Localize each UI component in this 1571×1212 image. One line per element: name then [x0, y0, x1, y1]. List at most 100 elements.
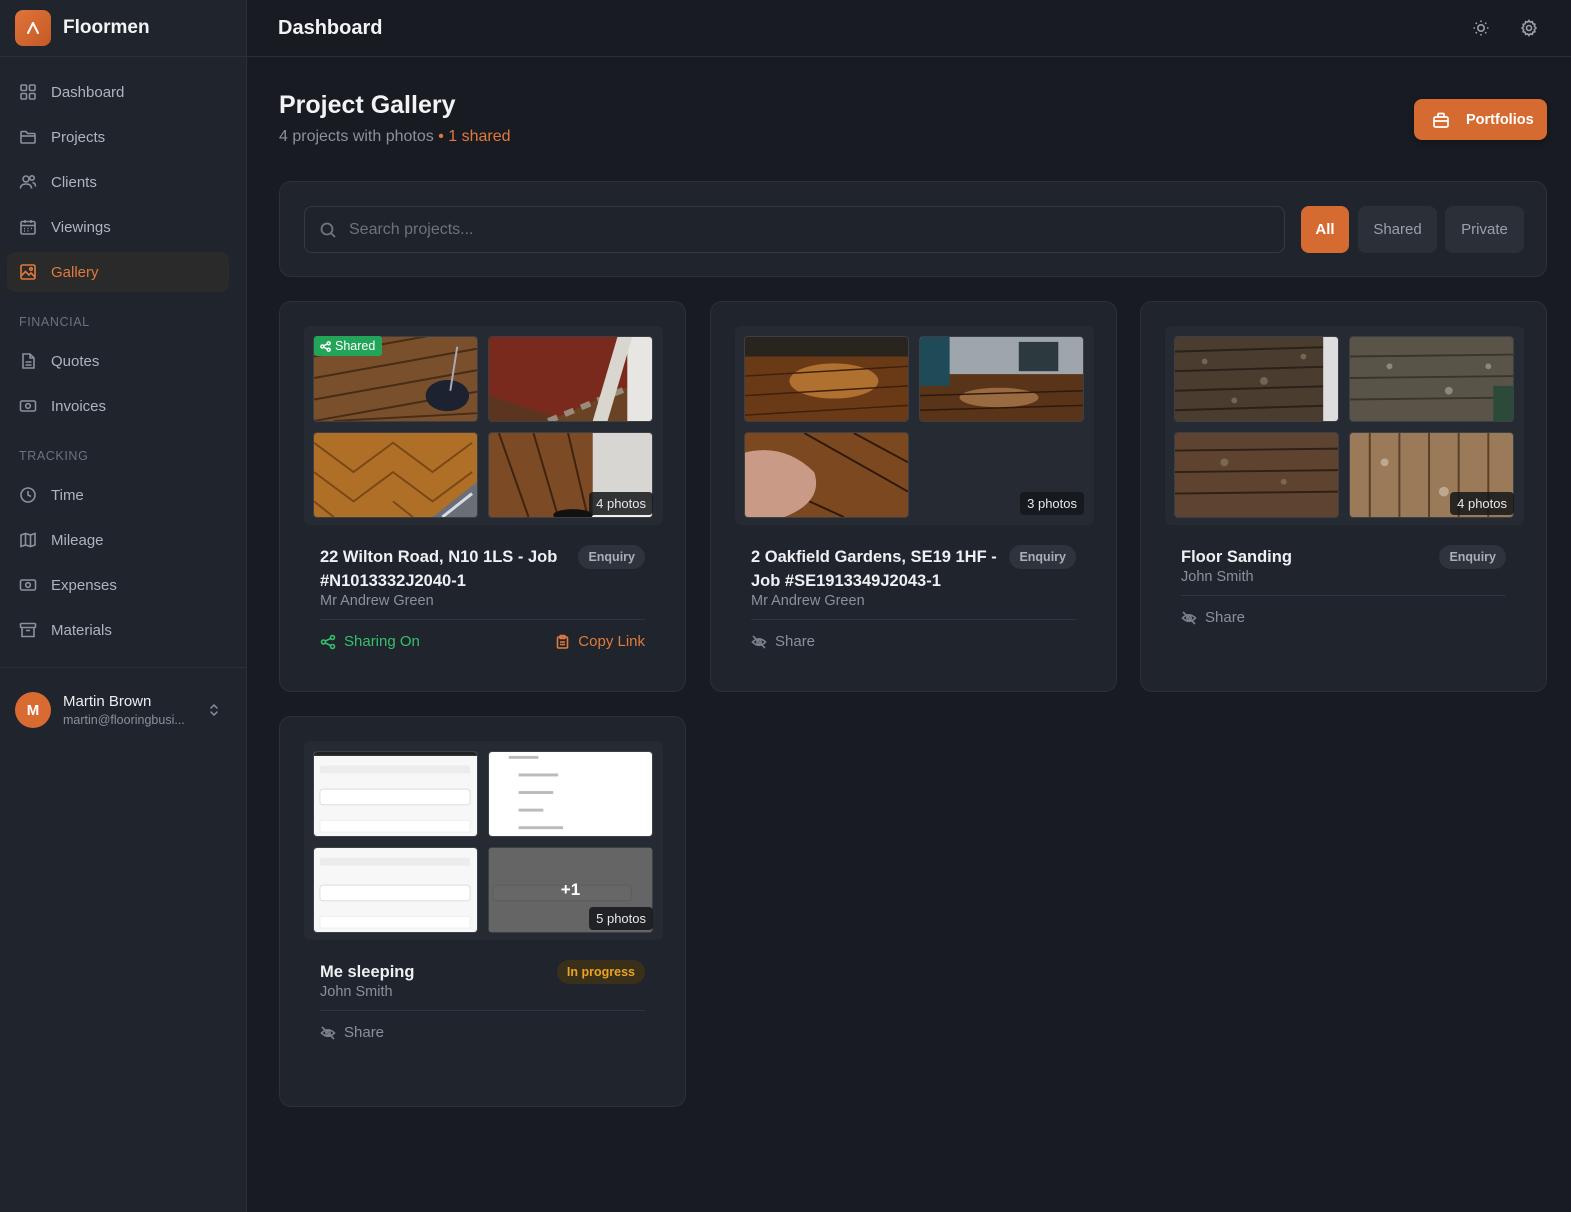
share-icon [320, 634, 336, 649]
photo-thumbnail[interactable] [313, 751, 478, 837]
sharing-toggle[interactable]: Sharing On [320, 633, 420, 650]
photo-count-badge: 4 photos [1450, 492, 1514, 515]
project-title[interactable]: 22 Wilton Road, N10 1LS - Job #N1013332J… [320, 545, 570, 593]
photo-grid[interactable]: 3 photos [735, 326, 1094, 525]
folder-icon [20, 130, 36, 144]
sidebar-item-label: Time [51, 486, 84, 504]
project-client: John Smith [320, 984, 393, 1000]
photo-thumbnail[interactable] [488, 336, 653, 422]
photo-grey-boards [1350, 337, 1513, 421]
photo-parquet [314, 433, 477, 517]
project-card[interactable]: 4 photos Floor Sanding John Smith Enquir… [1140, 301, 1547, 692]
photo-dark-parquet [745, 337, 908, 421]
user-name: Martin Brown [63, 693, 152, 710]
photo-thumbnail[interactable] [488, 751, 653, 837]
app-name: Floormen [63, 17, 150, 38]
photo-thumbnail[interactable] [744, 432, 909, 518]
topbar: Dashboard [247, 0, 1571, 57]
photo-thumbnail[interactable] [1174, 336, 1339, 422]
document-icon [22, 353, 35, 369]
sidebar-item-label: Clients [51, 173, 97, 191]
theme-toggle-button[interactable] [1469, 16, 1493, 40]
project-title[interactable]: Me sleeping [320, 960, 570, 984]
photo-thumbnail[interactable] [1174, 432, 1339, 518]
project-card[interactable]: +1 5 photos Me sleeping John Smith In pr… [279, 716, 686, 1107]
sidebar-item-label: Expenses [51, 576, 117, 594]
project-title[interactable]: 2 Oakfield Gardens, SE19 1HF - Job #SE19… [751, 545, 1001, 593]
sidebar-item-label: Mileage [51, 531, 104, 549]
photo-count-badge: 5 photos [589, 907, 653, 930]
sidebar-item-clients[interactable]: Clients [7, 162, 229, 202]
sidebar-item-invoices[interactable]: Invoices [7, 386, 229, 426]
card-divider [1181, 595, 1506, 596]
project-count: 4 projects with photos [279, 128, 434, 145]
shared-count: 1 shared [448, 128, 511, 145]
page-title: Project Gallery [279, 91, 456, 119]
project-title[interactable]: Floor Sanding [1181, 545, 1431, 569]
clipboard-icon [556, 634, 569, 649]
share-button[interactable]: Share [751, 633, 815, 650]
portfolios-button[interactable]: Portfolios [1414, 99, 1547, 140]
project-client: John Smith [1181, 569, 1254, 585]
photo-grid[interactable]: Shared 4 photos [304, 326, 663, 525]
sidebar-item-mileage[interactable]: Mileage [7, 520, 229, 560]
floormen-logo-icon [15, 10, 51, 46]
sidebar-item-gallery[interactable]: Gallery [7, 252, 229, 292]
photo-grid[interactable]: +1 5 photos [304, 741, 663, 940]
copy-link-button[interactable]: Copy Link [555, 633, 645, 650]
sun-icon [1473, 20, 1489, 36]
sidebar-item-expenses[interactable]: Expenses [7, 565, 229, 605]
user-email: martin@flooringbusi... [63, 713, 185, 727]
status-badge: Enquiry [578, 545, 645, 569]
sidebar-item-label: Invoices [51, 397, 107, 415]
map-icon [20, 532, 36, 548]
photo-thumbnail[interactable] [1349, 336, 1514, 422]
share-button[interactable]: Share [320, 1024, 384, 1041]
status-badge: Enquiry [1009, 545, 1076, 569]
photo-screenshot-search [314, 848, 477, 932]
photo-dusty-boards [1175, 337, 1338, 421]
chevron-up-down-icon [210, 703, 218, 717]
subtitle-separator: • [433, 128, 449, 145]
share-icon [320, 340, 331, 352]
photo-grid[interactable]: 4 photos [1165, 326, 1524, 525]
eye-off-icon [1181, 610, 1197, 625]
settings-button[interactable] [1517, 16, 1541, 40]
sidebar-item-time[interactable]: Time [7, 475, 229, 515]
sidebar-item-viewings[interactable]: Viewings [7, 207, 229, 247]
user-menu[interactable]: M Martin Brown martin@flooringbusi... [0, 667, 246, 752]
sidebar-item-label: Materials [51, 621, 112, 639]
filter-all-button[interactable]: All [1301, 206, 1349, 253]
photo-thumbnail[interactable] [744, 336, 909, 422]
status-badge: Enquiry [1439, 545, 1506, 569]
sidebar-item-label: Quotes [51, 352, 100, 370]
eye-off-icon [751, 634, 767, 649]
share-button[interactable]: Share [1181, 609, 1245, 626]
filter-private-button[interactable]: Private [1445, 206, 1524, 253]
sidebar-item-quotes[interactable]: Quotes [7, 341, 229, 381]
sidebar-item-dashboard[interactable]: Dashboard [7, 72, 229, 112]
search-input[interactable] [349, 220, 1249, 239]
sidebar-item-projects[interactable]: Projects [7, 117, 229, 157]
photo-thumbnail[interactable] [313, 847, 478, 933]
status-badge: In progress [556, 960, 645, 984]
photo-thumbnail[interactable] [313, 432, 478, 518]
section-label-tracking: TRACKING [19, 449, 89, 463]
sidebar-item-label: Dashboard [51, 83, 125, 101]
sharing-label: Sharing On [344, 633, 420, 650]
search-icon [320, 222, 336, 238]
project-card[interactable]: 3 photos 2 Oakfield Gardens, SE19 1HF - … [710, 301, 1117, 692]
filter-shared-button[interactable]: Shared [1358, 206, 1437, 253]
main-nav: Dashboard Projects Clients Viewings Gall… [0, 57, 246, 650]
archive-icon [19, 622, 37, 638]
page-subtitle: 4 projects with photos • 1 shared [279, 128, 511, 146]
photo-hand-on-floor [745, 433, 908, 517]
photo-thumbnail[interactable] [919, 336, 1084, 422]
filter-panel: All Shared Private [279, 181, 1547, 277]
brand[interactable]: Floormen [0, 0, 246, 57]
sidebar-item-materials[interactable]: Materials [7, 610, 229, 650]
share-label: Share [775, 633, 816, 650]
project-client: Mr Andrew Green [751, 593, 865, 609]
calendar-icon [20, 220, 36, 235]
project-card[interactable]: Shared 4 photos 22 Wilton Road, N10 1LS … [279, 301, 686, 692]
